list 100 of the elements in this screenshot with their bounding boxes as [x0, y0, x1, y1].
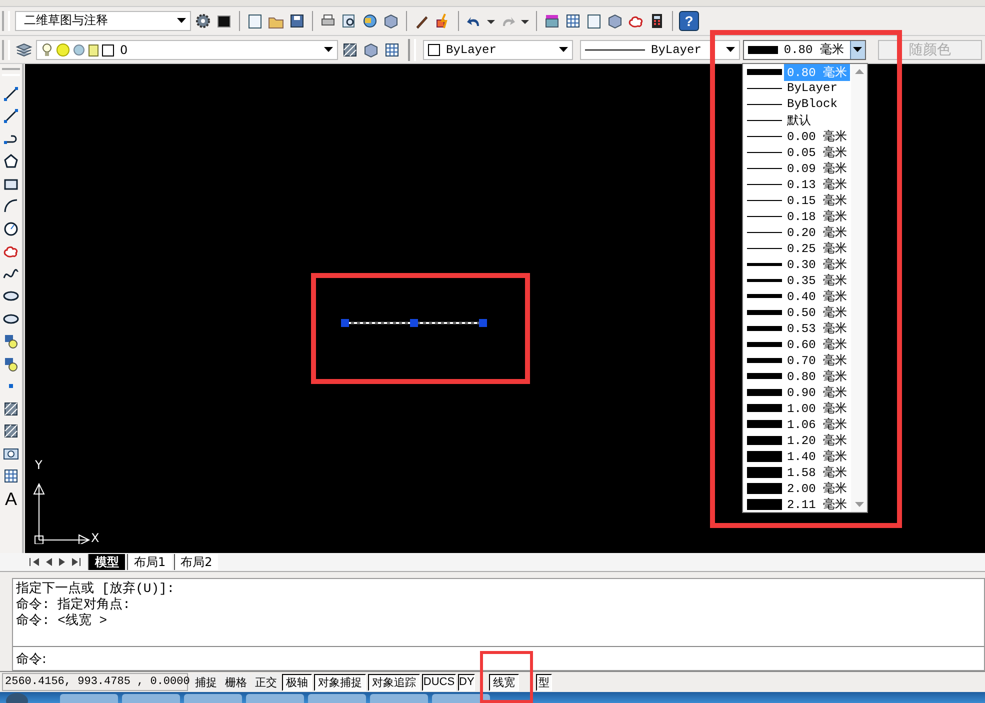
document-icon[interactable] — [585, 12, 603, 30]
line-sample-icon — [747, 168, 782, 169]
layout-tab[interactable]: 布局2 — [174, 554, 218, 570]
command-input-field[interactable]: 命令: — [13, 647, 984, 670]
cube-icon[interactable] — [382, 12, 400, 30]
lineweight-option[interactable]: ByBlock — [743, 96, 851, 112]
lineweight-option[interactable]: 0.15 毫米 — [743, 192, 851, 208]
gear-icon[interactable] — [194, 12, 212, 30]
taskbar-button[interactable] — [432, 694, 490, 703]
toolbar-grip[interactable] — [2, 68, 20, 76]
status-toggle-button[interactable]: 对象捕捉 — [314, 674, 366, 691]
line-sample-icon — [748, 46, 778, 54]
line-sample-icon — [585, 48, 645, 52]
line-sample-icon — [747, 482, 782, 494]
line-sample-icon — [747, 420, 782, 428]
circle-icon[interactable] — [2, 220, 20, 238]
color-swatch-icon — [428, 44, 440, 56]
line-sample-icon — [747, 358, 782, 363]
line-sample-icon — [747, 278, 782, 282]
line-sample-icon — [747, 136, 782, 137]
lineweight-option[interactable]: 0.70 毫米 — [743, 352, 851, 368]
hatch-icon[interactable] — [2, 400, 20, 418]
lineweight-option[interactable]: 0.53 毫米 — [743, 320, 851, 336]
taskbar-button[interactable] — [122, 694, 180, 703]
pentagon-icon[interactable] — [2, 152, 20, 170]
line-sample-icon — [747, 104, 782, 105]
taskbar-button[interactable] — [184, 694, 242, 703]
lineweight-option[interactable]: 0.18 毫米 — [743, 208, 851, 224]
table-icon[interactable] — [2, 467, 20, 486]
lineweight-option[interactable]: 0.50 毫米 — [743, 304, 851, 320]
lineweight-option[interactable]: 1.00 毫米 — [743, 400, 851, 416]
status-toggle-button[interactable]: 极轴 — [282, 674, 312, 691]
status-toggle-button[interactable]: DY — [458, 674, 475, 691]
lineweight-list[interactable] — [742, 63, 868, 514]
line-sample-icon — [747, 262, 782, 266]
scrollbar[interactable] — [851, 64, 867, 512]
lineweight-option[interactable]: 0.25 毫米 — [743, 240, 851, 256]
help-button[interactable]: ? — [679, 10, 699, 31]
status-toggle-button[interactable]: 型 — [536, 674, 552, 691]
down-arrow-icon[interactable] — [854, 502, 864, 508]
line-sample-icon — [747, 152, 782, 153]
line-sample-icon — [747, 216, 782, 217]
lineweight-option[interactable]: 0.35 毫米 — [743, 272, 851, 288]
line-sample-icon — [747, 248, 782, 249]
taskbar-button[interactable] — [60, 694, 118, 703]
line-sample-icon — [747, 88, 782, 89]
lightbulb-icon[interactable] — [41, 42, 53, 58]
arrow-line-icon[interactable] — [2, 107, 20, 126]
lineweight-option[interactable]: 1.06 毫米 — [743, 416, 851, 432]
workspace-dropdown[interactable]: 二维草图与注释 — [15, 10, 191, 31]
lineweight-option[interactable]: ByLayer — [743, 80, 851, 96]
line-sample-icon — [747, 232, 782, 233]
new-file-icon[interactable] — [246, 12, 264, 30]
lineweight-option[interactable]: 0.90 毫米 — [743, 384, 851, 400]
line-sample-icon — [747, 388, 782, 396]
lineweight-option[interactable]: 2.11 毫米 — [743, 496, 851, 512]
status-toggle-button[interactable]: DUCS — [422, 674, 456, 691]
line-sample-icon — [747, 120, 782, 121]
status-toggle-button[interactable]: 对象追踪 — [368, 674, 420, 691]
line-sample-icon — [747, 466, 782, 478]
coordinates-readout: 2560.4156, 993.4785 , 0.0000 — [2, 673, 188, 692]
lineweight-option[interactable]: 0.80 毫米 — [743, 368, 851, 384]
lineweight-option[interactable]: 1.20 毫米 — [743, 432, 851, 448]
grid-icon[interactable] — [564, 12, 582, 30]
block-insert-icon[interactable] — [2, 332, 20, 350]
layout-tab[interactable]: 模型 — [88, 554, 125, 570]
lineweight-option[interactable]: 0.20 毫米 — [743, 224, 851, 240]
lineweight-option[interactable]: 0.60 毫米 — [743, 336, 851, 352]
taskbar-button[interactable] — [308, 694, 366, 703]
layer-dropdown[interactable]: 0 — [36, 40, 338, 60]
lineweight-option[interactable]: 0.30 毫米 — [743, 256, 851, 272]
taskbar-button[interactable] — [246, 694, 304, 703]
text-tool-button[interactable]: A — [4, 490, 17, 508]
color-dropdown[interactable]: ByLayer — [423, 40, 573, 60]
caret-icon — [559, 47, 568, 52]
lineweight-option[interactable]: 1.40 毫米 — [743, 448, 851, 464]
lineweight-option[interactable]: 默认 — [743, 112, 851, 128]
lineweight-option[interactable]: 2.00 毫米 — [743, 480, 851, 496]
lineweight-option[interactable]: 0.13 毫米 — [743, 176, 851, 192]
lineweight-option[interactable]: 1.58 毫米 — [743, 464, 851, 480]
line-sample-icon — [747, 310, 782, 315]
layout-tab[interactable]: 布局1 — [127, 554, 172, 570]
status-toggle-button[interactable]: 线宽 — [489, 674, 519, 691]
linetype-dropdown[interactable]: ByLayer — [580, 40, 740, 60]
command-line-text: 命令: <线宽 > — [16, 613, 108, 630]
up-arrow-icon[interactable] — [854, 69, 864, 74]
caret-icon — [177, 18, 186, 24]
caret-icon — [726, 47, 735, 52]
lineweight-option[interactable]: 0.09 毫米 — [743, 160, 851, 176]
taskbar-button[interactable] — [370, 694, 428, 703]
lineweight-option[interactable]: 0.40 毫米 — [743, 288, 851, 304]
lineweight-option[interactable]: 0.00 毫米 — [743, 128, 851, 144]
axis-label: Y — [35, 458, 42, 472]
globe-icon[interactable] — [361, 12, 379, 30]
lineweight-dropdown[interactable]: 0.80 毫米 — [743, 40, 866, 60]
line-sample-icon — [747, 404, 782, 412]
line-icon[interactable] — [2, 84, 20, 103]
line-sample-icon — [747, 294, 782, 298]
lineweight-option[interactable]: 0.05 毫米 — [743, 144, 851, 160]
save-icon[interactable] — [288, 12, 306, 30]
